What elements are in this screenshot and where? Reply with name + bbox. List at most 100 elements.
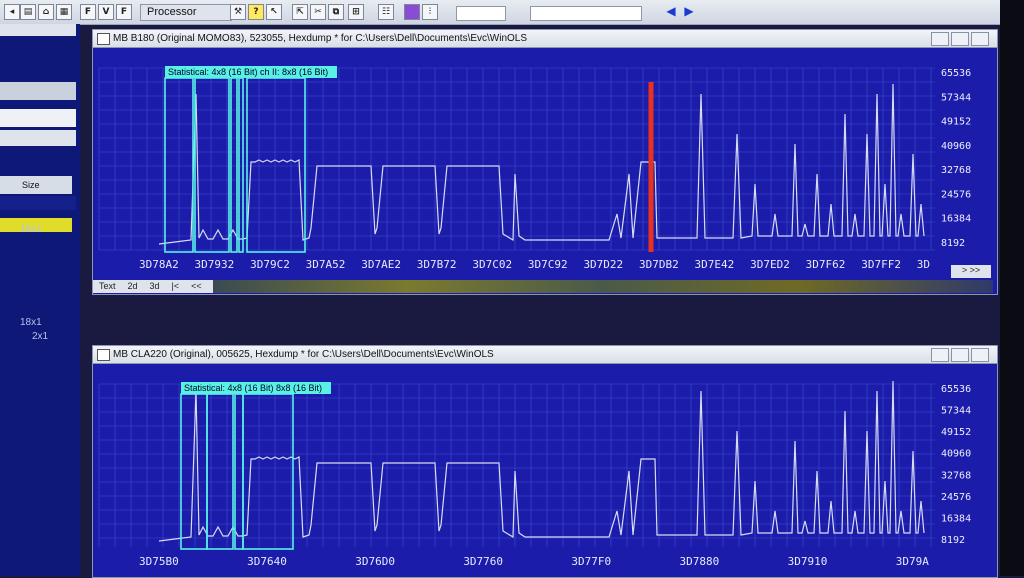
minimize-button-2[interactable]: [931, 348, 949, 362]
x-tick-label: 3D78A2: [139, 258, 179, 271]
x-tick-label: 3D7D22: [583, 258, 623, 271]
y-tick-label: 32768: [941, 470, 971, 481]
size-header-text: Size: [22, 180, 40, 190]
cut-icon[interactable]: ✂: [310, 4, 326, 20]
x-tick-label: 3D77F0: [571, 555, 611, 568]
home-icon[interactable]: ⌂: [38, 4, 54, 20]
maximize-button-2[interactable]: [951, 348, 969, 362]
view-icon[interactable]: ☷: [378, 4, 394, 20]
copy-icon[interactable]: ⧉: [328, 4, 344, 20]
close-button-2[interactable]: [971, 348, 989, 362]
processor-dropdown[interactable]: Processor: [140, 4, 232, 21]
x-tick-label: 3D79C2: [250, 258, 290, 271]
x-tick-label: 3D7F62: [806, 258, 846, 271]
doc-icon[interactable]: ▤: [20, 4, 36, 20]
columns-icon[interactable]: ⫶: [422, 4, 438, 20]
f-button[interactable]: F: [80, 4, 96, 20]
y-tick-label: 65536: [941, 384, 971, 395]
offset-field[interactable]: [530, 6, 642, 21]
left-panel-field[interactable]: [0, 82, 76, 100]
tab-text[interactable]: Text: [93, 280, 122, 293]
selection-label: Statistical: 4x8 (16 Bit) ch II: 8x8 (16…: [168, 67, 328, 77]
window-1-graph[interactable]: 65536 57344 49152 40960 32768 24576 16384 8192 3…: [95, 50, 993, 280]
y-tick-label: 49152: [941, 427, 971, 438]
minimize-button[interactable]: [931, 32, 949, 46]
x-tick-label: 3D75B0: [139, 555, 179, 568]
screen-edge: [1000, 0, 1024, 576]
y-tick-label: 65536: [941, 68, 971, 79]
v-button[interactable]: V: [98, 4, 114, 20]
window-1-tabbar: Text 2d 3d |< <<<: [93, 280, 213, 304]
tab-2d[interactable]: 2d: [122, 280, 144, 293]
left-panel: Size 18x1 18x1 2x1: [0, 24, 80, 576]
y-tick-label: 24576: [941, 492, 971, 503]
size-column-header[interactable]: Size: [0, 176, 72, 194]
window-2-graph[interactable]: 65536 57344 49152 40960 32768 24576 16384 8192 3…: [95, 366, 993, 577]
tab-3d[interactable]: 3d: [144, 280, 166, 293]
x-tick-label: 3D7FF2: [861, 258, 901, 271]
left-panel-dropdown[interactable]: [0, 109, 76, 127]
y-tick-label: 57344: [941, 92, 971, 103]
x-tick-label: 3D7C92: [528, 258, 568, 271]
x-tick-label: 3D7640: [247, 555, 287, 568]
x-tick-label: 3D7910: [788, 555, 828, 568]
x-tick-label: 3D7DB2: [639, 258, 679, 271]
back-icon[interactable]: ◂: [4, 4, 20, 20]
y-tick-label: 32768: [941, 165, 971, 176]
x-tick-label: 3D7880: [680, 555, 720, 568]
x-tick-label: 3D: [917, 258, 930, 271]
x-tick-label: 3D79A: [896, 555, 929, 568]
y-tick-label: 8192: [941, 238, 965, 249]
x-tick-label: 3D7ED2: [750, 258, 790, 271]
toolbar: ◂ ▤ ⌂ ▦ F V F Processor ⚒ ? ↖ ⇱ ✂ ⧉ ⊞ ☷ …: [0, 0, 1000, 25]
paste-icon[interactable]: ⊞: [348, 4, 364, 20]
select-icon[interactable]: ⇱: [292, 4, 308, 20]
window-2-titlebar: MB CLA220 (Original), 005625, Hexdump * …: [93, 346, 997, 364]
tool-icon[interactable]: ⚒: [230, 4, 246, 20]
maximize-button[interactable]: [951, 32, 969, 46]
x-tick-label: 3D7932: [195, 258, 235, 271]
close-button[interactable]: [971, 32, 989, 46]
width-field[interactable]: [456, 6, 506, 21]
nav-rewind[interactable]: <<: [185, 280, 208, 293]
prev-arrow-icon[interactable]: ◀: [664, 4, 678, 18]
window-2-title: MB CLA220 (Original), 005625, Hexdump * …: [113, 349, 494, 360]
mode-icon[interactable]: [404, 4, 420, 20]
window-1-titlebar: MB B180 (Original MOMO83), 523055, Hexdu…: [93, 30, 997, 48]
nav-prev[interactable]: <: [93, 293, 110, 306]
window-doc-icon: [97, 33, 110, 45]
y-tick-label: 24576: [941, 189, 971, 200]
left-row-1[interactable]: 18x1: [20, 224, 42, 235]
left-panel-combo[interactable]: [0, 130, 76, 146]
x-tick-label: 3D7760: [463, 555, 503, 568]
window-doc-icon-2: [97, 349, 110, 361]
context-help-icon[interactable]: ↖: [266, 4, 282, 20]
y-tick-label: 57344: [941, 406, 971, 417]
left-panel-header: [0, 24, 76, 36]
y-tick-label: 8192: [941, 535, 965, 546]
window-1-right-nav[interactable]: > >>: [951, 265, 991, 278]
x-tick-label: 3D7C02: [472, 258, 512, 271]
left-row-3[interactable]: 2x1: [32, 331, 48, 342]
selection-label: Statistical: 4x8 (16 Bit) 8x8 (16 Bit): [184, 383, 322, 393]
hexdump-window-1: MB B180 (Original MOMO83), 523055, Hexdu…: [92, 29, 998, 304]
left-panel-icons: [0, 196, 76, 210]
window-1-scrollbar[interactable]: [213, 280, 993, 293]
x-tick-label: 3D7E42: [695, 258, 735, 271]
f2-button[interactable]: F: [116, 4, 132, 20]
x-tick-label: 3D7AE2: [361, 258, 401, 271]
y-tick-label: 40960: [941, 449, 971, 460]
nav-first[interactable]: |<: [166, 280, 186, 293]
plot-background: [95, 366, 993, 577]
grid-icon[interactable]: ▦: [56, 4, 72, 20]
hexdump-window-2: MB CLA220 (Original), 005625, Hexdump * …: [92, 345, 998, 578]
x-tick-label: 3D7A52: [306, 258, 346, 271]
help-icon[interactable]: ?: [248, 4, 264, 20]
y-tick-label: 16384: [941, 513, 971, 524]
left-row-2[interactable]: 18x1: [20, 317, 42, 328]
next-arrow-icon[interactable]: ▶: [682, 4, 696, 18]
y-tick-label: 40960: [941, 141, 971, 152]
window-1-title: MB B180 (Original MOMO83), 523055, Hexdu…: [113, 33, 528, 44]
y-tick-label: 16384: [941, 214, 971, 225]
x-tick-label: 3D7B72: [417, 258, 457, 271]
